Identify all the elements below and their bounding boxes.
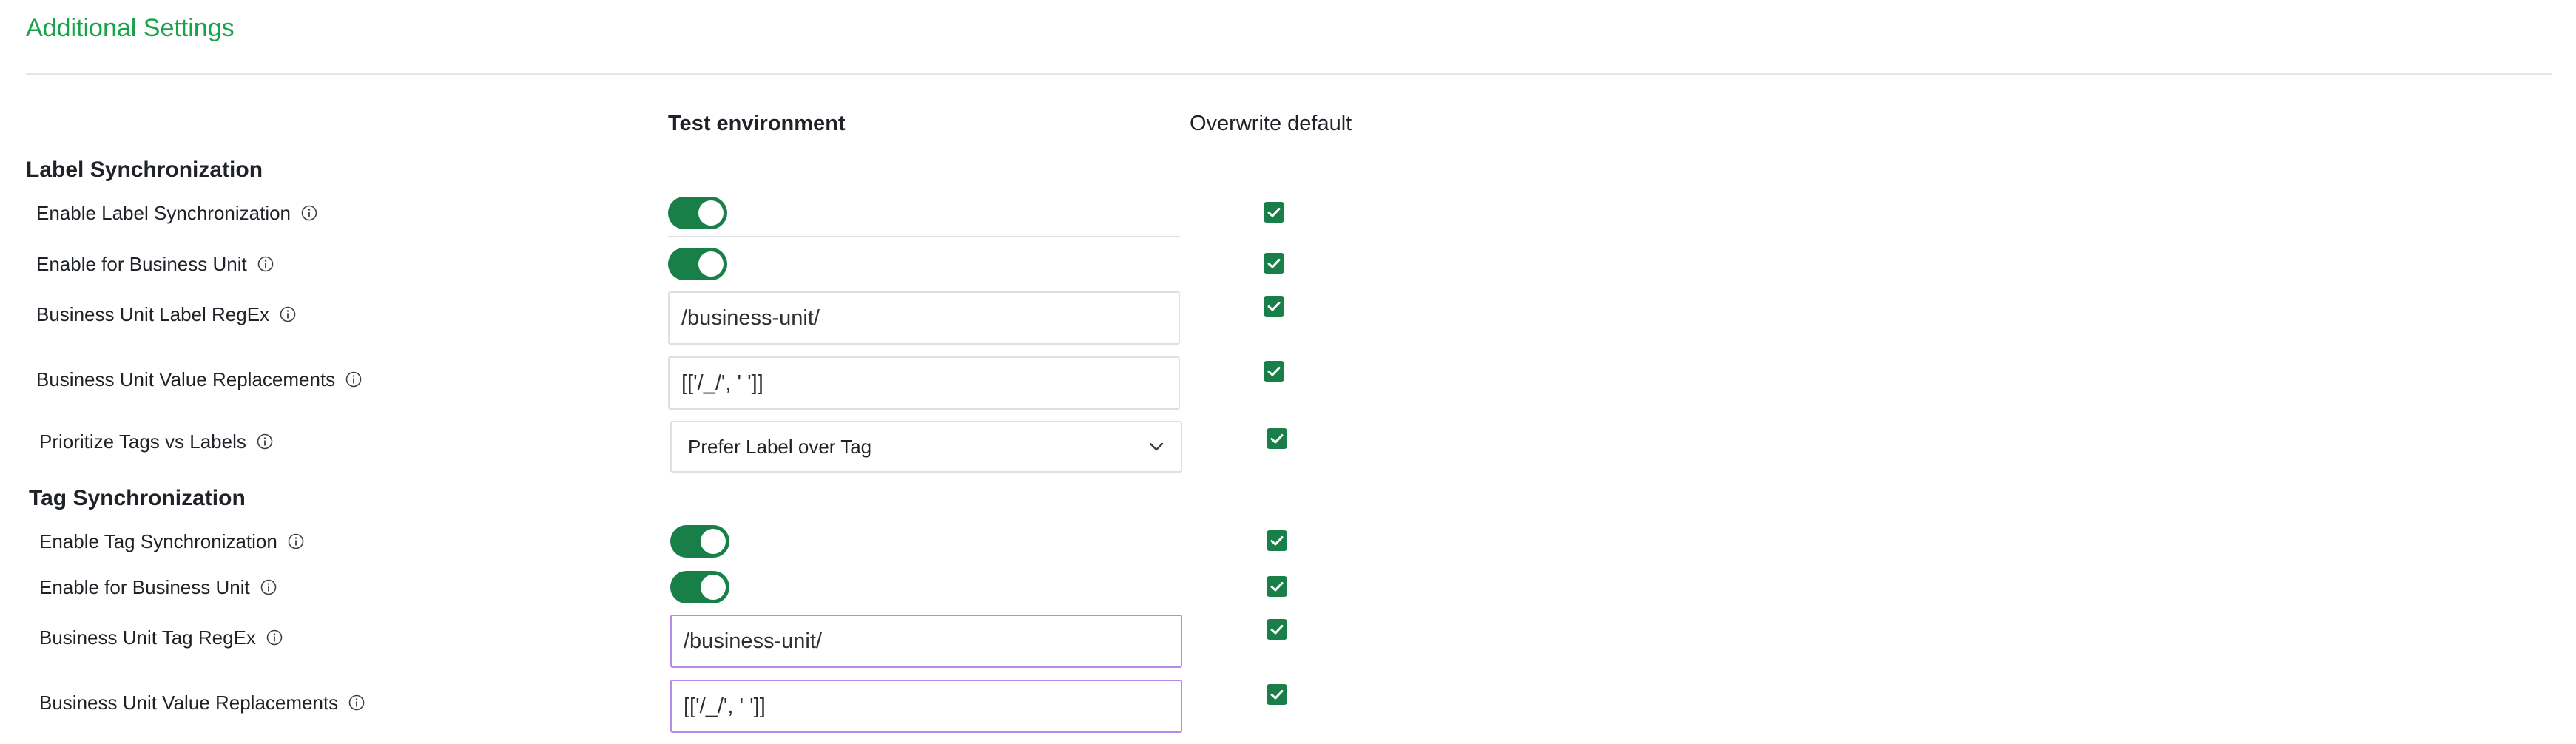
setting-label-bu-label-regex: Business Unit Label RegEx	[36, 301, 296, 328]
section-title-tag-synchronization: Tag Synchronization	[29, 486, 246, 510]
toggle-knob	[701, 529, 726, 554]
page-title: Additional Settings	[26, 14, 235, 42]
checkmark-icon	[1267, 208, 1281, 217]
setting-label-text: Enable Label Synchronization	[36, 202, 291, 224]
checkmark-icon	[1267, 259, 1281, 268]
column-header-test-environment: Test environment	[668, 112, 846, 135]
overwrite-checkbox-enable-label-sync[interactable]	[1264, 202, 1284, 223]
checkmark-icon	[1270, 625, 1284, 635]
input-bu-tag-regex[interactable]: /business-unit/	[670, 615, 1182, 668]
overwrite-checkbox-enable-bu-label[interactable]	[1264, 253, 1284, 274]
setting-label-bu-tag-regex: Business Unit Tag RegEx	[39, 624, 283, 651]
checkmark-icon	[1270, 690, 1284, 700]
row-separator	[668, 236, 1180, 237]
toggle-enable-bu-tag[interactable]	[670, 571, 729, 603]
setting-label-text: Prioritize Tags vs Labels	[39, 430, 246, 453]
toggle-knob	[698, 251, 724, 277]
info-icon[interactable]	[266, 629, 283, 646]
setting-label-enable-tag-sync: Enable Tag Synchronization	[39, 528, 304, 555]
setting-label-text: Business Unit Tag RegEx	[39, 626, 256, 649]
setting-label-prioritize: Prioritize Tags vs Labels	[39, 428, 273, 455]
info-icon[interactable]	[280, 306, 296, 322]
setting-label-enable-bu-label: Enable for Business Unit	[36, 251, 274, 277]
chevron-down-icon	[1149, 442, 1164, 451]
column-header-overwrite-default: Overwrite default	[1190, 112, 1352, 135]
overwrite-checkbox-bu-tag-replacements[interactable]	[1267, 684, 1287, 705]
toggle-enable-tag-sync[interactable]	[670, 525, 729, 558]
info-icon[interactable]	[257, 256, 274, 272]
toggle-enable-bu-label[interactable]	[668, 248, 727, 280]
setting-label-enable-label-sync: Enable Label Synchronization	[36, 200, 317, 226]
overwrite-checkbox-bu-label-regex[interactable]	[1264, 296, 1284, 317]
section-title-label-synchronization: Label Synchronization	[26, 158, 263, 182]
select-value: Prefer Label over Tag	[688, 435, 872, 458]
additional-settings-page: Additional Settings Test environment Ove…	[0, 0, 2576, 744]
checkmark-icon	[1270, 582, 1284, 592]
setting-label-text: Business Unit Value Replacements	[39, 691, 339, 714]
overwrite-checkbox-bu-tag-regex[interactable]	[1267, 619, 1287, 640]
setting-label-text: Enable for Business Unit	[36, 253, 247, 275]
input-bu-label-replacements[interactable]: [['/_/', ' ']]	[668, 356, 1180, 410]
info-icon[interactable]	[260, 579, 277, 595]
info-icon[interactable]	[301, 205, 317, 221]
toggle-knob	[698, 200, 724, 226]
overwrite-checkbox-enable-tag-sync[interactable]	[1267, 530, 1287, 551]
title-divider	[26, 73, 2552, 75]
setting-label-text: Business Unit Label RegEx	[36, 303, 270, 325]
checkmark-icon	[1267, 302, 1281, 311]
setting-label-text: Enable for Business Unit	[39, 576, 250, 598]
select-prioritize-tags-vs-labels[interactable]: Prefer Label over Tag	[670, 421, 1182, 473]
info-icon[interactable]	[257, 433, 273, 450]
toggle-enable-label-sync[interactable]	[668, 197, 727, 229]
overwrite-checkbox-bu-label-replacements[interactable]	[1264, 361, 1284, 382]
info-icon[interactable]	[288, 533, 304, 549]
toggle-knob	[701, 575, 726, 600]
setting-label-bu-tag-replacements: Business Unit Value Replacements	[39, 689, 365, 716]
setting-label-enable-bu-tag: Enable for Business Unit	[39, 574, 277, 601]
overwrite-checkbox-prioritize[interactable]	[1267, 428, 1287, 449]
overwrite-checkbox-enable-bu-tag[interactable]	[1267, 576, 1287, 597]
setting-label-text: Business Unit Value Replacements	[36, 368, 336, 390]
info-icon[interactable]	[348, 694, 365, 711]
checkmark-icon	[1267, 367, 1281, 376]
setting-label-text: Enable Tag Synchronization	[39, 530, 277, 552]
input-bu-tag-replacements[interactable]: [['/_/', ' ']]	[670, 680, 1182, 733]
input-bu-label-regex[interactable]: /business-unit/	[668, 291, 1180, 345]
setting-label-bu-label-replacements: Business Unit Value Replacements	[36, 366, 362, 393]
checkmark-icon	[1270, 536, 1284, 546]
info-icon[interactable]	[345, 371, 362, 388]
checkmark-icon	[1270, 434, 1284, 444]
